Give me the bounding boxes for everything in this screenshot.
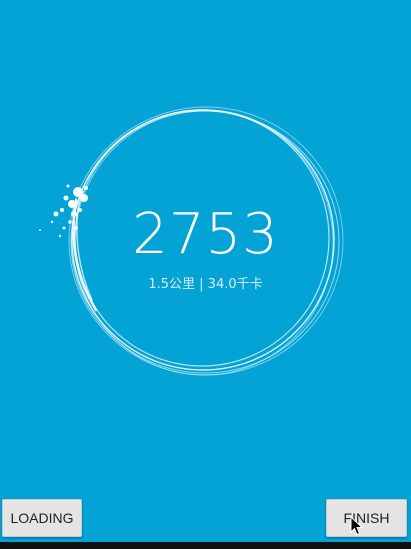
bottom-bar [0,542,411,549]
finish-button[interactable]: FINISH [326,499,407,537]
progress-ring [39,106,344,376]
distance-calories-summary: 1.5公里 | 34.0千卡 [148,277,263,292]
mouse-cursor-icon [350,516,364,536]
loading-button[interactable]: LOADING [2,499,82,537]
step-count: 2753 [132,202,279,267]
